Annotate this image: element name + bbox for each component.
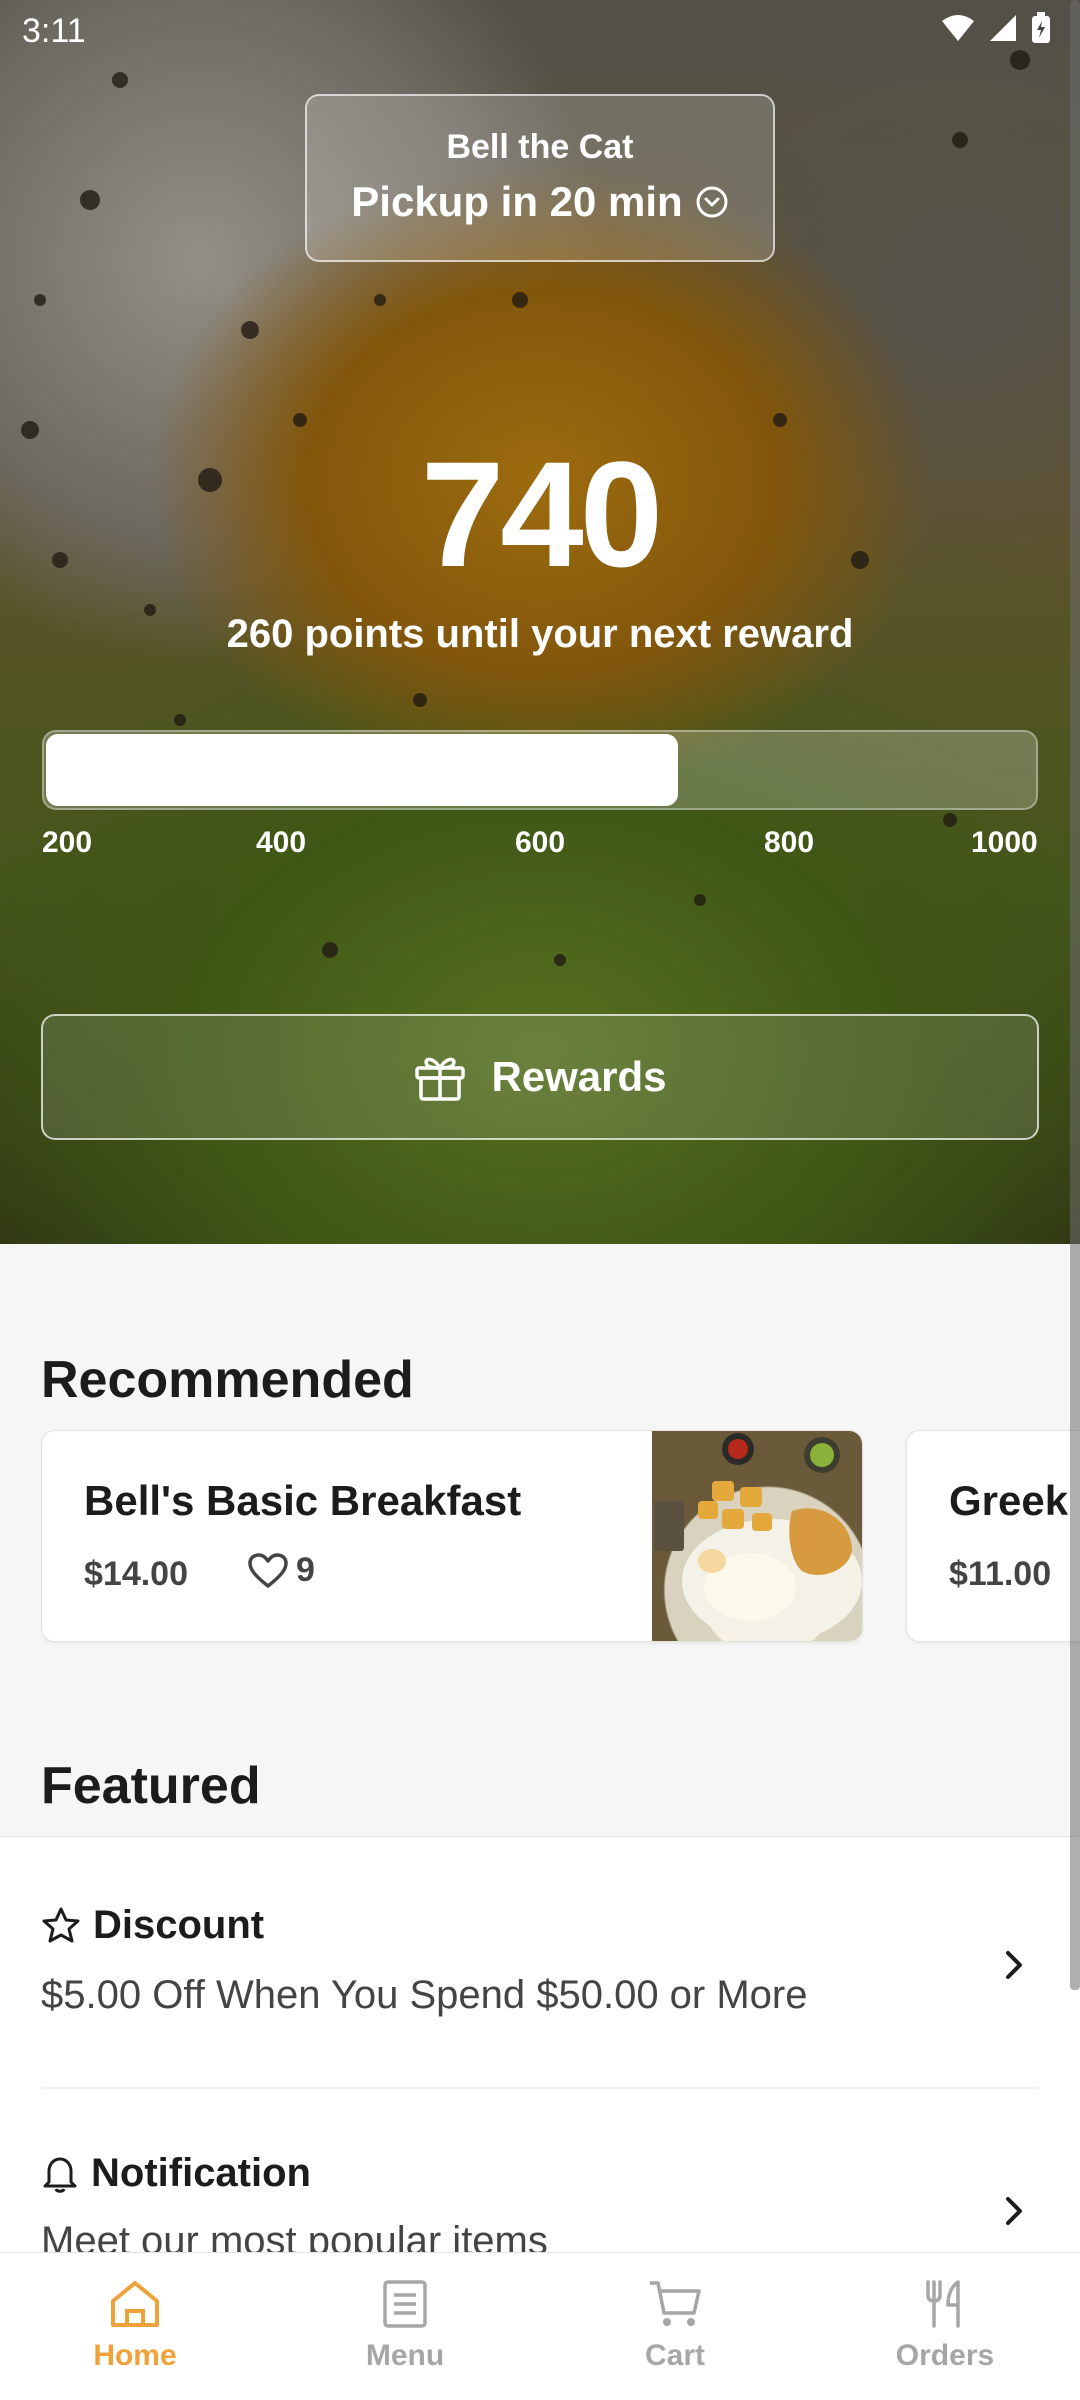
- nav-home[interactable]: Home: [0, 2253, 270, 2400]
- tick-label: 600: [515, 826, 566, 859]
- nav-cart[interactable]: Cart: [540, 2253, 810, 2400]
- tick-label: 200: [42, 826, 93, 859]
- signal-icon: [990, 15, 1016, 41]
- gift-icon: [415, 1057, 466, 1101]
- progress-tick-labels: 200 400 600 800 1000: [42, 826, 1038, 866]
- notification-title: Notification: [91, 2151, 311, 2195]
- nav-cart-label: Cart: [644, 2339, 705, 2372]
- nav-orders[interactable]: Orders: [810, 2253, 1080, 2400]
- bell-icon: [43, 2157, 77, 2193]
- recommended-item-card[interactable]: Greek $11.00: [906, 1430, 1080, 1642]
- tick-label: 800: [764, 826, 815, 859]
- points-progress-fill: [46, 734, 678, 806]
- points-progress-bar: [42, 730, 1038, 810]
- status-time: 3:11: [22, 12, 86, 50]
- item-price: $11.00: [949, 1555, 1052, 1593]
- discount-description: $5.00 Off When You Spend $50.00 or More: [41, 1973, 808, 2017]
- pickup-time: Pickup in 20 min: [307, 178, 773, 226]
- breakfast-food-image: [652, 1431, 862, 1641]
- utensils-icon: [926, 2280, 960, 2328]
- nav-orders-label: Orders: [895, 2339, 995, 2372]
- tick-label: 400: [256, 826, 307, 859]
- bottom-navigation: Home Menu Cart Orders: [0, 2252, 1080, 2400]
- store-name: Bell the Cat: [446, 128, 634, 166]
- item-price: $14.00: [84, 1555, 188, 1593]
- nav-menu[interactable]: Menu: [270, 2253, 540, 2400]
- chevron-right-icon: [1006, 1951, 1022, 1979]
- likes-count: 9: [296, 1551, 315, 1589]
- nav-menu-label: Menu: [365, 2339, 445, 2372]
- item-name: Bell's Basic Breakfast: [84, 1477, 522, 1524]
- points-balance: 740: [420, 430, 663, 598]
- discount-title: Discount: [93, 1903, 265, 1947]
- rewards-label: Rewards: [491, 1053, 667, 1100]
- rewards-button[interactable]: Rewards: [41, 1014, 1039, 1140]
- menu-icon: [383, 2280, 427, 2328]
- chevron-right-icon: [1006, 2197, 1022, 2225]
- status-bar: 3:11: [0, 0, 1080, 64]
- tick-label: 1000: [971, 826, 1038, 859]
- featured-list: Discount $5.00 Off When You Spend $50.00…: [0, 1836, 1080, 2263]
- featured-item-discount[interactable]: Discount $5.00 Off When You Spend $50.00…: [0, 1837, 1080, 2087]
- points-until-reward: 260 points until your next reward: [226, 612, 854, 656]
- featured-heading: Featured: [41, 1757, 261, 1815]
- chevron-down-circle-icon: [696, 186, 728, 218]
- featured-item-title: Discount: [41, 1903, 264, 1948]
- recommended-item-card[interactable]: Bell's Basic Breakfast $14.00 9: [41, 1430, 863, 1642]
- recommended-heading: Recommended: [41, 1351, 414, 1409]
- battery-icon: [1032, 12, 1050, 43]
- scrollbar[interactable]: [1070, 0, 1080, 1990]
- nav-home-label: Home: [93, 2339, 177, 2372]
- location-selector[interactable]: Bell the Cat Pickup in 20 min: [305, 94, 775, 262]
- pickup-time-label: Pickup in 20 min: [351, 178, 683, 225]
- home-icon: [111, 2281, 159, 2327]
- item-likes: 9: [248, 1551, 315, 1590]
- status-icons: [940, 12, 1052, 44]
- star-icon: [42, 1907, 80, 1942]
- item-name: Greek: [949, 1477, 1069, 1524]
- featured-item-title: Notification: [41, 2151, 311, 2196]
- wifi-icon: [942, 15, 974, 41]
- cart-icon: [650, 2281, 701, 2326]
- heart-icon[interactable]: [248, 1552, 288, 1589]
